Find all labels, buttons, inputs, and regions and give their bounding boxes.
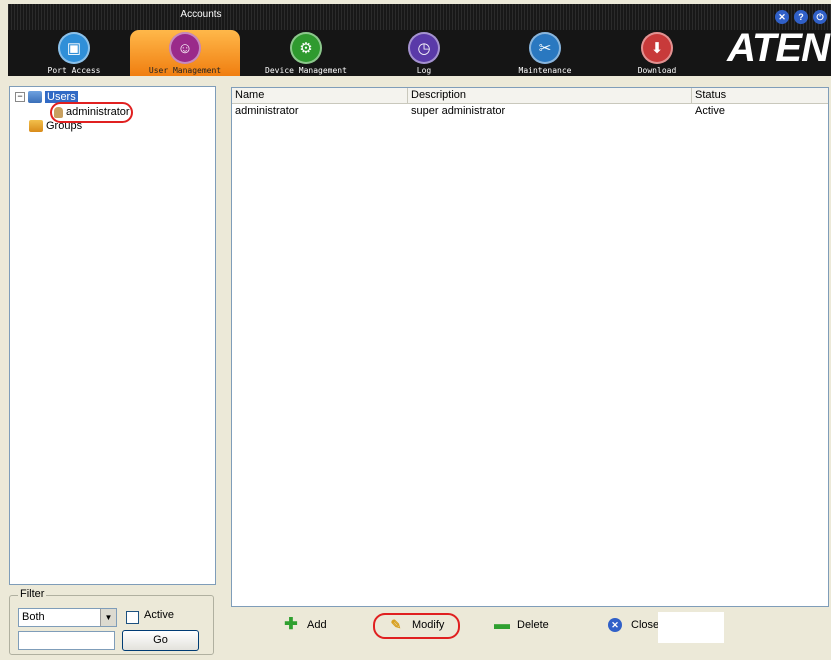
filter-legend: Filter <box>18 588 47 600</box>
download-icon: ⬇ <box>641 32 673 64</box>
filter-group: Filter Both ▼ Active Go <box>9 588 214 655</box>
delete-label: Delete <box>517 619 549 631</box>
column-header-description[interactable]: Description <box>408 88 692 103</box>
aten-logo: ATEN <box>727 26 830 70</box>
active-checkbox[interactable] <box>126 611 139 624</box>
tab-device-management[interactable]: ⚙ Device Management <box>251 30 361 76</box>
cell-status: Active <box>695 105 725 117</box>
tab-label: Maintenance <box>518 66 572 75</box>
top-navigation-bar: Accounts ▣ Port Access ☺ User Management… <box>8 4 831 76</box>
add-button[interactable]: ✚ Add <box>284 614 327 636</box>
groups-icon <box>29 120 43 132</box>
highlight-oval-modify <box>373 613 460 639</box>
filter-type-select[interactable]: Both ▼ <box>18 608 117 627</box>
tree-label-groups: Groups <box>46 120 83 132</box>
users-folder-icon <box>28 91 42 103</box>
header-background <box>8 4 831 30</box>
tab-download[interactable]: ⬇ Download <box>622 30 692 76</box>
status-box <box>658 612 724 643</box>
tree-node-groups[interactable]: Groups <box>29 120 82 132</box>
tab-user-management[interactable]: ☺ User Management <box>130 30 240 76</box>
filter-select-value: Both <box>22 611 45 623</box>
user-tree-panel: − Users administrator Groups <box>9 86 216 585</box>
column-header-name[interactable]: Name <box>232 88 408 103</box>
close-button[interactable]: ✕ Close <box>608 614 659 636</box>
help-icon[interactable]: ? <box>794 10 808 24</box>
maintenance-icon: ✂ <box>529 32 561 64</box>
log-clock-icon: ◷ <box>408 32 440 64</box>
users-list-table: Name Description Status administrator su… <box>231 87 829 607</box>
delete-button[interactable]: ▬ Delete <box>494 614 549 636</box>
tab-label: Device Management <box>265 66 347 75</box>
cell-description: super administrator <box>411 105 506 117</box>
device-icon: ⚙ <box>290 32 322 64</box>
users-icon: ☺ <box>169 32 201 64</box>
close-icon[interactable]: ✕ <box>775 10 789 24</box>
dropdown-arrow-icon[interactable]: ▼ <box>100 609 116 626</box>
active-checkbox-label: Active <box>144 609 174 621</box>
table-header: Name Description Status <box>232 88 828 104</box>
go-button[interactable]: Go <box>122 630 199 651</box>
tab-label: Log <box>416 66 432 75</box>
port-access-icon: ▣ <box>58 32 90 64</box>
tab-log[interactable]: ◷ Log <box>394 30 454 76</box>
tab-label: User Management <box>148 66 222 75</box>
filter-text-input[interactable] <box>18 631 115 650</box>
collapse-icon[interactable]: − <box>15 92 25 102</box>
delete-minus-icon: ▬ <box>494 616 510 633</box>
tab-label: Download <box>637 66 677 75</box>
close-circle-icon: ✕ <box>608 618 622 632</box>
tab-label: Port Access <box>47 66 101 75</box>
section-subtitle: Accounts <box>180 9 222 20</box>
add-label: Add <box>307 619 327 631</box>
tab-port-access[interactable]: ▣ Port Access <box>34 30 114 76</box>
tab-maintenance[interactable]: ✂ Maintenance <box>500 30 590 76</box>
cell-name: administrator <box>235 105 299 117</box>
add-plus-icon: ✚ <box>284 616 298 633</box>
column-header-status[interactable]: Status <box>692 88 815 103</box>
logout-icon[interactable]: ⏻ <box>813 10 827 24</box>
window-controls: ✕ ? ⏻ <box>775 10 827 24</box>
close-label: Close <box>631 619 660 631</box>
